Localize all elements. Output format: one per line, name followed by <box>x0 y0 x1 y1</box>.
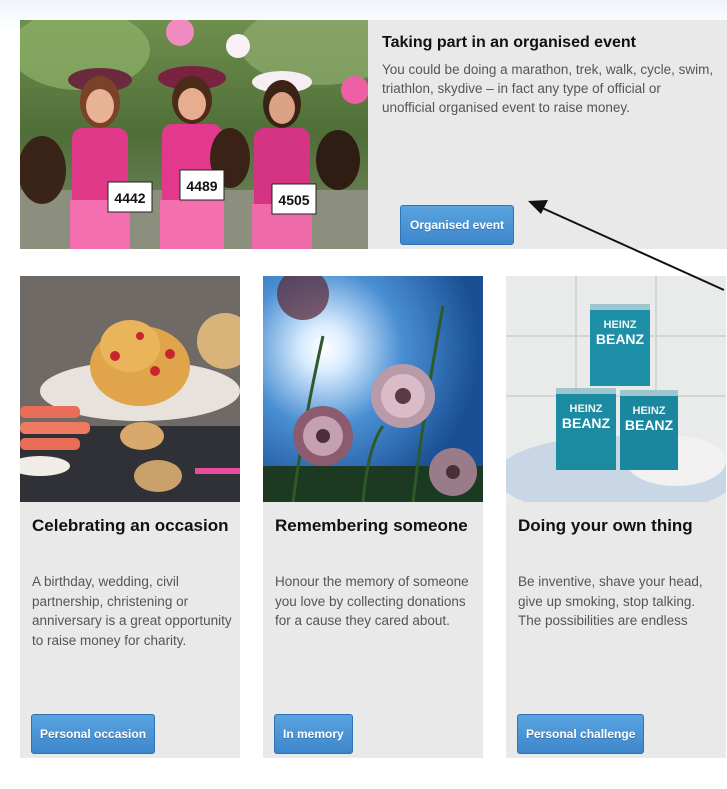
flowers-sky-photo <box>263 276 483 502</box>
personal-challenge-button[interactable]: Personal challenge <box>517 714 645 754</box>
can-label-text: HEINZ <box>604 319 637 331</box>
in-memory-button[interactable]: In memory <box>274 714 353 754</box>
can-label-text: HEINZ <box>570 403 603 415</box>
card-title: Doing your own thing <box>518 516 693 535</box>
card-description: A birthday, wedding, civil partnership, … <box>32 574 232 648</box>
personal-occasion-button[interactable]: Personal occasion <box>31 714 156 754</box>
bean-cans-photo: HEINZ BEANZ HEINZ BEANZ HEINZ BEANZ <box>506 276 726 502</box>
can-label-text: BEANZ <box>625 417 674 433</box>
bib-number: 4505 <box>278 192 309 208</box>
feature-title: Taking part in an organised event <box>382 34 636 51</box>
organised-event-button[interactable]: Organised event <box>400 205 514 245</box>
card-description: Honour the memory of someone you love by… <box>275 574 469 628</box>
card-description: Be inventive, shave your head, give up s… <box>518 574 703 628</box>
remembering-someone-card: Remembering someone Honour the memory of… <box>263 276 483 758</box>
event-runners-photo: 4442 4489 4505 <box>20 20 368 249</box>
card-title: Remembering someone <box>275 516 468 535</box>
fundraising-options-page: 4442 4489 4505 Taking part in an organis… <box>0 0 727 789</box>
card-title: Celebrating an occasion <box>32 516 229 535</box>
bib-number: 4442 <box>114 190 145 206</box>
can-label-text: BEANZ <box>562 415 611 431</box>
feature-description: You could be doing a marathon, trek, wal… <box>382 62 714 115</box>
party-food-photo <box>20 276 240 502</box>
can-label-text: HEINZ <box>633 405 666 417</box>
can-label-text: BEANZ <box>596 331 645 347</box>
organised-event-card: 4442 4489 4505 Taking part in an organis… <box>20 20 727 249</box>
doing-your-own-thing-card: HEINZ BEANZ HEINZ BEANZ HEINZ BEANZ Doin… <box>506 276 726 758</box>
celebrating-occasion-card: Celebrating an occasion A birthday, wedd… <box>20 276 240 758</box>
bib-number: 4489 <box>186 178 217 194</box>
